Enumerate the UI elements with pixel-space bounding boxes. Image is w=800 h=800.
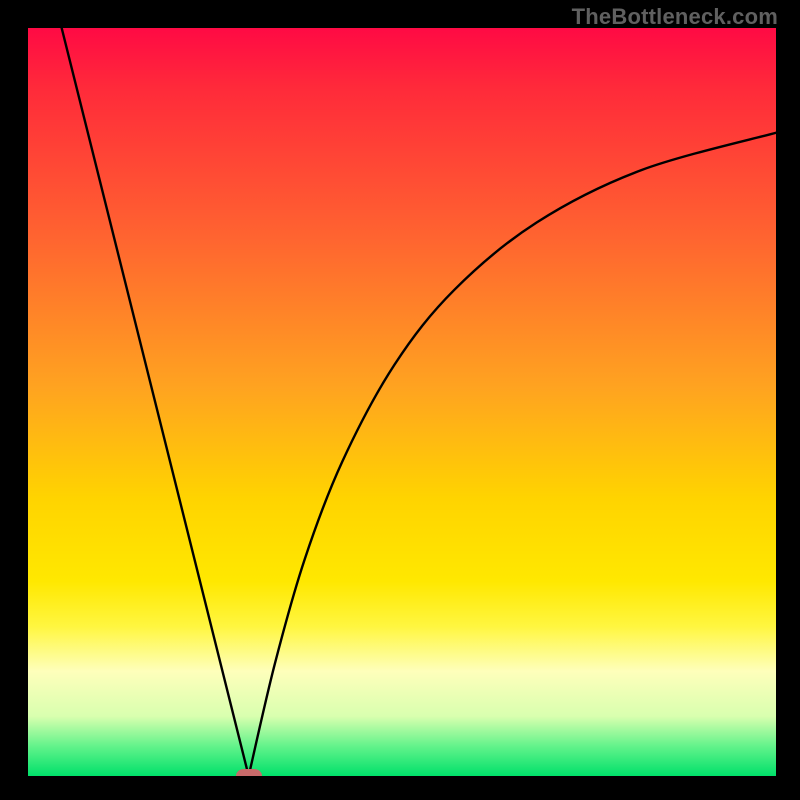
curve-svg bbox=[28, 28, 776, 776]
minimum-marker bbox=[236, 769, 262, 776]
chart-plot-area bbox=[28, 28, 776, 776]
watermark-text: TheBottleneck.com bbox=[572, 4, 778, 30]
bottleneck-curve bbox=[62, 28, 776, 776]
